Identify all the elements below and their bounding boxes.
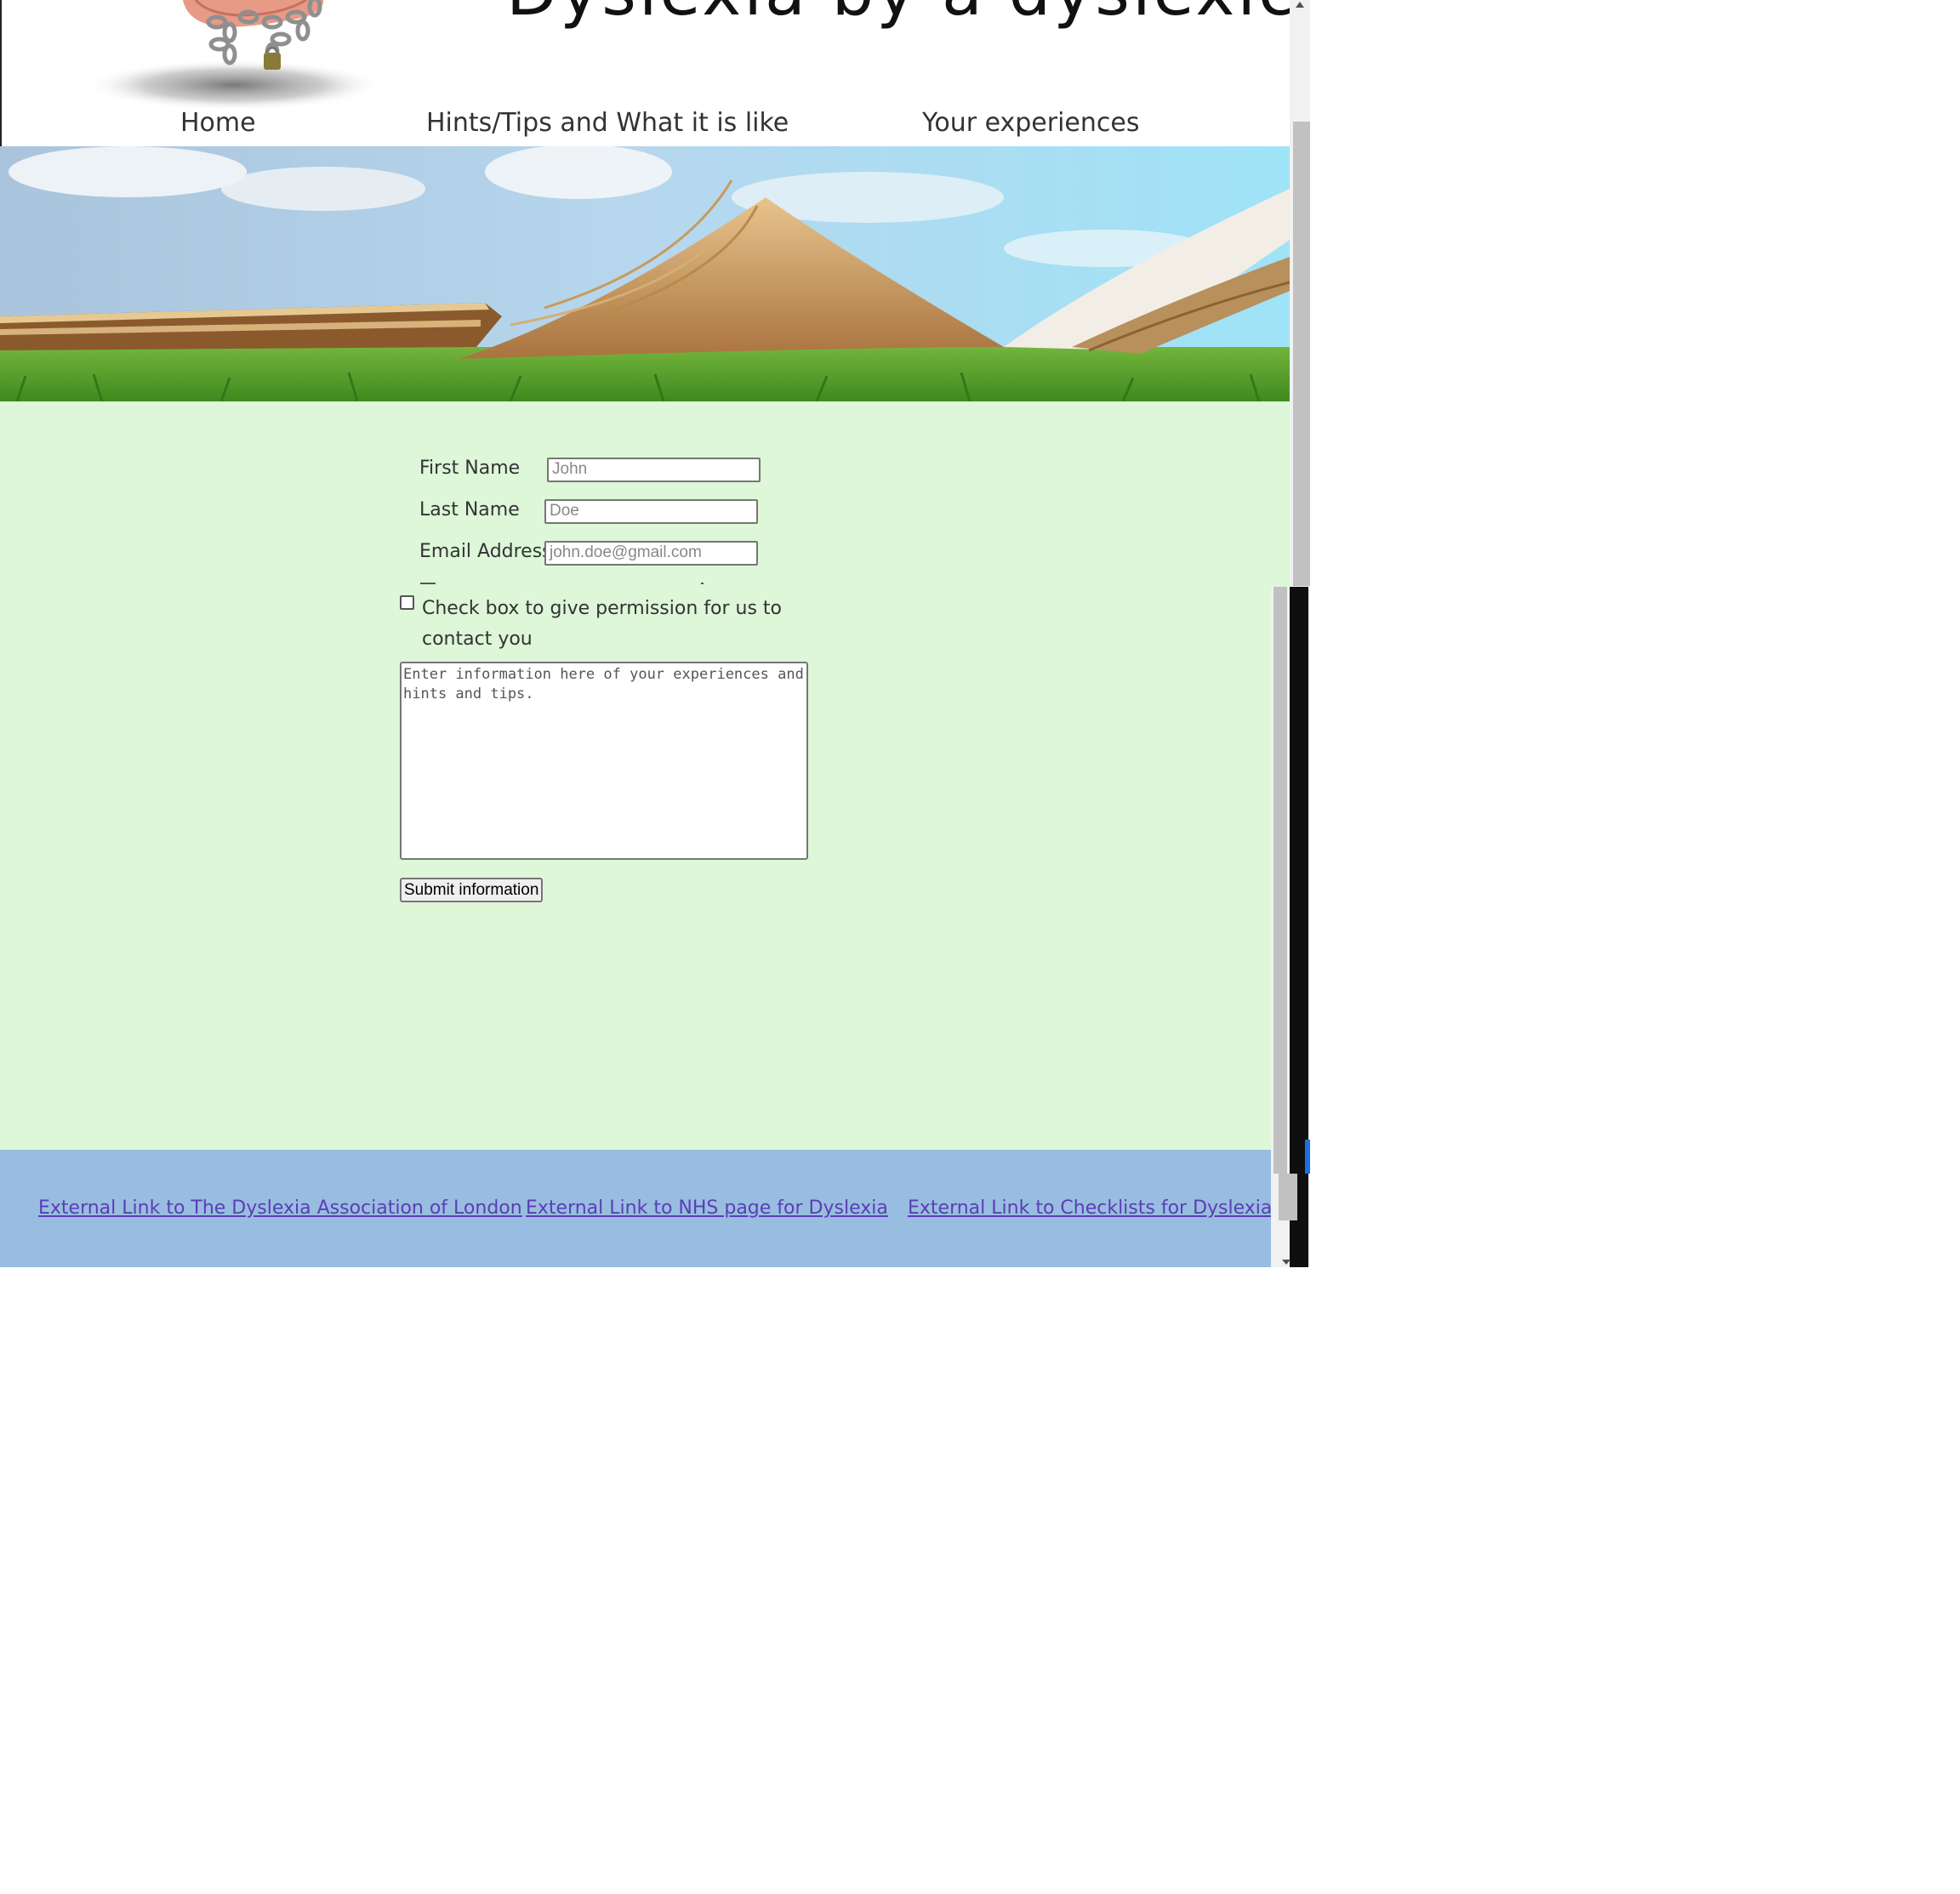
scroll-down-arrow-icon[interactable]	[1282, 1260, 1291, 1265]
nav-link-hints-tips[interactable]: Hints/Tips and What it is like	[426, 111, 789, 136]
clipped-text-edge	[701, 583, 704, 584]
clipped-checkbox-edge	[420, 583, 436, 584]
footer-link-dyslexia-association-london[interactable]: External Link to The Dyslexia Associatio…	[38, 1199, 522, 1218]
clipped-row-sliver	[420, 583, 709, 586]
last-name-input[interactable]: Doe	[544, 499, 758, 524]
open-book-on-grass-banner	[0, 145, 1290, 402]
inner-scrollbar-thumb[interactable]	[1273, 587, 1287, 1174]
first-name-label: First Name	[419, 458, 521, 479]
footer-link-nhs-dyslexia[interactable]: External Link to NHS page for Dyslexia	[526, 1199, 888, 1218]
page-scrollbar-thumb[interactable]	[1293, 122, 1310, 586]
screen: Dyslexia by a dyslexic Home Hints/Tips a…	[0, 0, 1960, 1894]
scroll-up-arrow-icon[interactable]	[1296, 2, 1304, 8]
nav-link-your-experiences[interactable]: Your experiences	[922, 111, 1139, 136]
email-address-label: Email Address	[419, 541, 552, 562]
site-title: Dyslexia by a dyslexic	[506, 0, 1290, 26]
blue-edge-marker	[1305, 1140, 1310, 1174]
first-name-input[interactable]: John	[547, 458, 761, 482]
footer-link-dyslexia-checklists[interactable]: External Link to Checklists for Dyslexia	[908, 1199, 1272, 1218]
email-address-input[interactable]: john.doe@gmail.com	[544, 541, 758, 566]
submit-information-button[interactable]: Submit information	[400, 878, 544, 902]
logo-image	[85, 0, 383, 111]
chained-brain-logo	[26, 0, 383, 111]
browser-viewport: Dyslexia by a dyslexic Home Hints/Tips a…	[0, 0, 1290, 1267]
nav-link-home[interactable]: Home	[180, 111, 256, 136]
experience-textarea[interactable]: Enter information here of your experienc…	[400, 662, 808, 860]
contact-form-section: First Name John Last Name Doe Email Addr…	[0, 401, 1290, 1150]
inner-scrollbar-lower-thumb[interactable]	[1279, 1174, 1297, 1220]
footer: External Link to The Dyslexia Associatio…	[0, 1150, 1290, 1267]
last-name-label: Last Name	[419, 499, 520, 520]
permission-checkbox[interactable]	[400, 595, 414, 610]
hero-banner	[0, 145, 1290, 402]
permission-checkbox-label: Check box to give permission for us to c…	[422, 598, 782, 650]
